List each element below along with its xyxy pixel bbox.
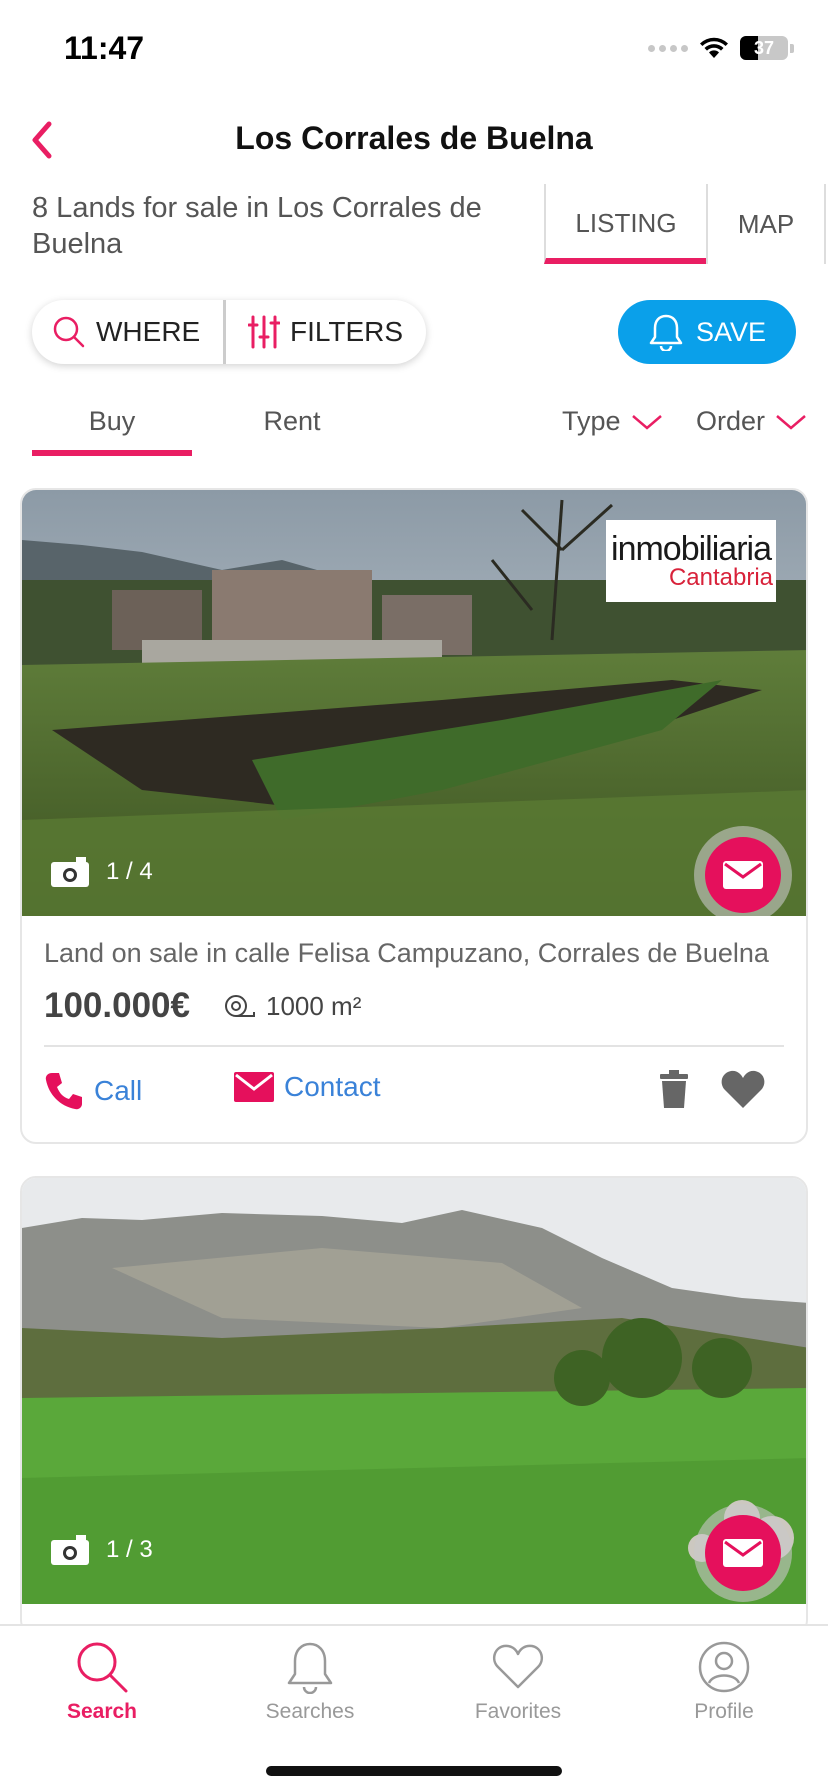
result-count: 8 Lands for sale in Los Corrales de Buel… bbox=[32, 192, 482, 260]
listing-photo[interactable]: 1 / 3 bbox=[22, 1178, 806, 1604]
search-icon bbox=[53, 316, 85, 348]
listing-actions: Call Contact bbox=[44, 1047, 784, 1133]
results-header: 8 Lands for sale in Los Corrales de Buel… bbox=[0, 184, 828, 264]
listing-photo[interactable]: inmobiliaria Cantabria 1 / 4 bbox=[22, 490, 806, 916]
filters-button[interactable]: FILTERS bbox=[226, 300, 403, 364]
cellular-signal-icon bbox=[648, 44, 688, 52]
listing-title[interactable]: Land on sale in calle Felisa Campuzano, … bbox=[44, 938, 784, 969]
discard-button[interactable] bbox=[658, 1069, 690, 1114]
nav-searches-label: Searches bbox=[265, 1700, 355, 1723]
home-indicator bbox=[266, 1766, 562, 1776]
contact-label: Contact bbox=[284, 1071, 381, 1102]
chevron-down-icon bbox=[776, 414, 806, 430]
tab-buy[interactable]: Buy bbox=[32, 396, 192, 456]
order-label: Order bbox=[696, 406, 766, 436]
where-button[interactable]: WHERE bbox=[32, 300, 226, 364]
contact-fab[interactable] bbox=[694, 1504, 792, 1602]
tape-measure-icon bbox=[224, 995, 255, 1017]
envelope-icon bbox=[723, 861, 763, 889]
heart-icon bbox=[492, 1644, 544, 1689]
envelope-icon bbox=[234, 1072, 274, 1102]
operation-row: Buy Rent Type Order bbox=[0, 396, 828, 456]
nav-profile-label: Profile bbox=[694, 1700, 754, 1723]
call-label: Call bbox=[94, 1075, 143, 1106]
listing-meta: 100.000€ 1000 m² bbox=[44, 981, 784, 1047]
filter-row: WHERE FILTERS SAVE bbox=[0, 300, 828, 364]
type-dropdown[interactable]: Type bbox=[562, 406, 663, 437]
battery-tip bbox=[790, 43, 794, 53]
photo-counter-text: 1 / 4 bbox=[106, 858, 153, 885]
save-label: SAVE bbox=[695, 316, 767, 347]
tab-listing[interactable]: LISTING bbox=[544, 184, 706, 264]
favorite-button[interactable] bbox=[720, 1069, 766, 1114]
tab-map[interactable]: MAP bbox=[706, 184, 826, 264]
tab-rent[interactable]: Rent bbox=[212, 396, 372, 456]
photo-counter-text: 1 / 3 bbox=[106, 1536, 153, 1563]
search-icon bbox=[77, 1642, 128, 1693]
trash-icon bbox=[660, 1070, 688, 1108]
nav-search[interactable]: Search bbox=[22, 1640, 182, 1724]
status-icons: 37 bbox=[648, 36, 794, 60]
photo-counter: 1 / 3 bbox=[50, 1534, 153, 1566]
envelope-icon bbox=[723, 1539, 763, 1567]
battery-icon: 37 bbox=[740, 36, 788, 60]
chevron-down-icon bbox=[631, 414, 662, 430]
type-label: Type bbox=[562, 406, 621, 436]
nav-searches[interactable]: Searches bbox=[230, 1640, 390, 1724]
save-search-button[interactable]: SAVE bbox=[618, 300, 796, 364]
camera-icon bbox=[51, 857, 89, 887]
status-time: 11:47 bbox=[64, 30, 145, 66]
listing-price: 100.000€ bbox=[44, 986, 190, 1025]
contact-button[interactable]: Contact bbox=[234, 1071, 381, 1103]
agency-logo: inmobiliaria Cantabria bbox=[606, 520, 776, 602]
filters-label: FILTERS bbox=[290, 316, 404, 347]
listing-card[interactable]: 1 / 3 bbox=[20, 1176, 808, 1636]
sliders-icon bbox=[248, 315, 280, 349]
page-title: Los Corrales de Buelna bbox=[235, 120, 593, 156]
header: Los Corrales de Buelna bbox=[0, 108, 828, 172]
profile-icon bbox=[698, 1641, 750, 1693]
heart-icon bbox=[721, 1070, 765, 1108]
camera-icon bbox=[51, 1535, 89, 1565]
view-tabs: LISTING MAP bbox=[544, 184, 828, 264]
wifi-icon bbox=[700, 37, 728, 58]
listing-area-text: 1000 m² bbox=[265, 990, 362, 1021]
status-bar: 11:47 37 bbox=[0, 0, 828, 100]
bell-icon bbox=[287, 1642, 333, 1694]
call-button[interactable]: Call bbox=[44, 1071, 142, 1111]
filter-pill: WHERE FILTERS bbox=[32, 300, 426, 364]
nav-search-label: Search bbox=[66, 1700, 138, 1723]
listing-card[interactable]: inmobiliaria Cantabria 1 / 4 Land on sal… bbox=[20, 488, 808, 1144]
order-dropdown[interactable]: Order bbox=[696, 406, 807, 437]
listing-area: 1000 m² bbox=[224, 991, 361, 1022]
where-label: WHERE bbox=[96, 316, 201, 347]
photo-counter: 1 / 4 bbox=[50, 856, 153, 888]
nav-profile[interactable]: Profile bbox=[644, 1640, 804, 1724]
nav-favorites-label: Favorites bbox=[474, 1700, 562, 1723]
nav-favorites[interactable]: Favorites bbox=[438, 1640, 598, 1724]
contact-fab[interactable] bbox=[694, 826, 792, 916]
bell-icon bbox=[649, 314, 683, 351]
phone-icon bbox=[45, 1073, 82, 1110]
